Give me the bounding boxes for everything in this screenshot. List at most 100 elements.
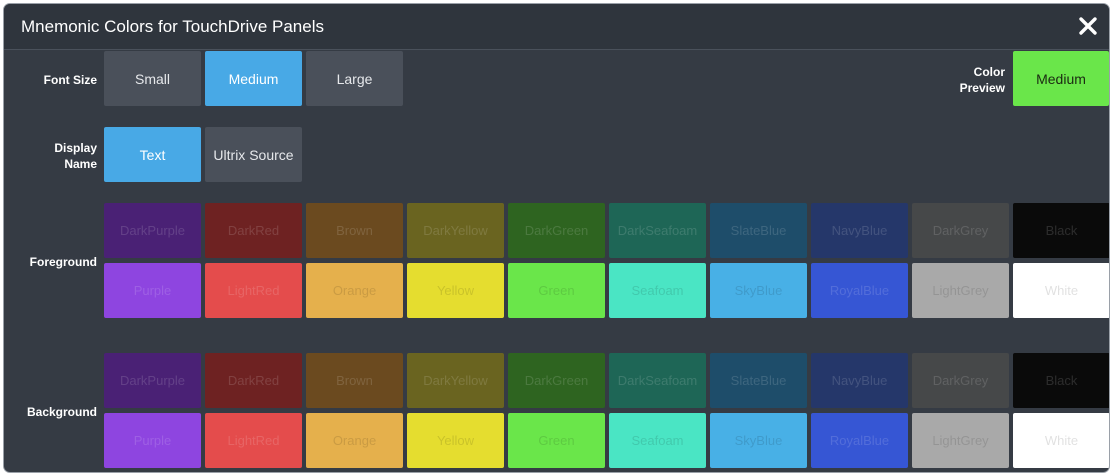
background-swatch-white[interactable]: White [1013, 413, 1109, 468]
foreground-swatch-black[interactable]: Black [1013, 203, 1109, 258]
swatch-label: Black [1045, 223, 1078, 238]
background-swatch-orange[interactable]: Orange [306, 413, 403, 468]
color-preview-label-line2: Preview [959, 81, 1005, 95]
swatch-label: SkyBlue [734, 283, 783, 298]
font-size-medium-button[interactable]: Medium [205, 51, 302, 106]
foreground-label: Foreground [29, 255, 97, 269]
foreground-swatch-dark-purple[interactable]: DarkPurple [104, 203, 201, 258]
swatch-label: Black [1045, 373, 1078, 388]
dialog-title: Mnemonic Colors for TouchDrive Panels [21, 17, 324, 36]
background-swatch-purple[interactable]: Purple [104, 413, 201, 468]
swatch-label: RoyalBlue [829, 433, 890, 448]
foreground-swatch-seafoam[interactable]: Seafoam [609, 263, 706, 318]
swatch-label: SkyBlue [734, 433, 783, 448]
mnemonic-colors-dialog: Mnemonic Colors for TouchDrive Panels Fo… [4, 4, 1109, 472]
foreground-swatch-green[interactable]: Green [508, 263, 605, 318]
background-swatch-seafoam[interactable]: Seafoam [609, 413, 706, 468]
font-size-label: Font Size [43, 73, 97, 87]
background-swatch-dark-yellow[interactable]: DarkYellow [407, 353, 504, 408]
font-size-small-button[interactable]: Small [104, 51, 201, 106]
swatch-label: RoyalBlue [829, 283, 890, 298]
foreground-swatch-purple[interactable]: Purple [104, 263, 201, 318]
display-name-ultrix-source-button[interactable]: Ultrix Source [205, 127, 302, 182]
swatch-label: DarkGreen [524, 223, 589, 238]
background-label: Background [26, 405, 97, 419]
swatch-label: SlateBlue [730, 373, 787, 388]
swatch-label: Purple [133, 283, 172, 298]
foreground-swatch-white[interactable]: White [1013, 263, 1109, 318]
swatch-label: DarkRed [227, 373, 280, 388]
background-swatch-navy-blue[interactable]: NavyBlue [811, 353, 908, 408]
foreground-swatch-slate-blue[interactable]: SlateBlue [710, 203, 807, 258]
swatch-label: LightGrey [932, 283, 989, 298]
swatch-label: DarkYellow [423, 223, 488, 238]
swatch-label: Brown [336, 373, 373, 388]
swatch-label: Purple [133, 433, 172, 448]
swatch-label: White [1044, 433, 1079, 448]
display-name-label-line2: Name [64, 157, 97, 171]
swatch-label: DarkPurple [119, 223, 186, 238]
background-swatch-light-grey[interactable]: LightGrey [912, 413, 1009, 468]
swatch-label: LightRed [227, 283, 280, 298]
swatch-label: DarkYellow [423, 373, 488, 388]
foreground-swatch-brown[interactable]: Brown [306, 203, 403, 258]
background-swatch-black[interactable]: Black [1013, 353, 1109, 408]
background-swatch-dark-seafoam[interactable]: DarkSeafoam [609, 353, 706, 408]
swatch-label: Green [538, 283, 575, 298]
dialog-titlebar: Mnemonic Colors for TouchDrive Panels [4, 4, 1109, 50]
swatch-label: Green [538, 433, 575, 448]
foreground-swatch-dark-grey[interactable]: DarkGrey [912, 203, 1009, 258]
close-icon[interactable] [1075, 13, 1101, 39]
color-preview-label: Color Preview [960, 64, 1005, 96]
swatch-label: DarkGrey [932, 373, 989, 388]
display-name-text-button[interactable]: Text [104, 127, 201, 182]
swatch-label: Seafoam [631, 433, 684, 448]
foreground-swatch-yellow[interactable]: Yellow [407, 263, 504, 318]
foreground-swatch-royal-blue[interactable]: RoyalBlue [811, 263, 908, 318]
color-preview-swatch: Medium [1013, 51, 1109, 106]
swatch-label: DarkSeafoam [617, 223, 698, 238]
background-swatch-dark-grey[interactable]: DarkGrey [912, 353, 1009, 408]
background-swatch-sky-blue[interactable]: SkyBlue [710, 413, 807, 468]
swatch-label: DarkRed [227, 223, 280, 238]
background-swatch-dark-green[interactable]: DarkGreen [508, 353, 605, 408]
foreground-swatch-light-red[interactable]: LightRed [205, 263, 302, 318]
foreground-swatch-navy-blue[interactable]: NavyBlue [811, 203, 908, 258]
color-preview-label-line1: Color [973, 65, 1005, 79]
swatch-label: Seafoam [631, 283, 684, 298]
background-swatch-dark-red[interactable]: DarkRed [205, 353, 302, 408]
swatch-label: NavyBlue [831, 223, 888, 238]
swatch-label: LightRed [227, 433, 280, 448]
swatch-label: NavyBlue [831, 373, 888, 388]
swatch-label: Brown [336, 223, 373, 238]
swatch-label: DarkSeafoam [617, 373, 698, 388]
display-name-label-line1: Display [54, 141, 97, 155]
background-swatch-royal-blue[interactable]: RoyalBlue [811, 413, 908, 468]
background-swatch-dark-purple[interactable]: DarkPurple [104, 353, 201, 408]
swatch-label: DarkPurple [119, 373, 186, 388]
swatch-label: DarkGrey [932, 223, 989, 238]
color-preview-text: Medium [1036, 70, 1086, 87]
foreground-swatch-dark-seafoam[interactable]: DarkSeafoam [609, 203, 706, 258]
swatch-label: White [1044, 283, 1079, 298]
swatch-label: Yellow [436, 283, 475, 298]
background-swatch-green[interactable]: Green [508, 413, 605, 468]
display-name-label: Display Name [54, 140, 97, 172]
swatch-label: Orange [332, 283, 377, 298]
foreground-swatch-dark-yellow[interactable]: DarkYellow [407, 203, 504, 258]
swatch-label: LightGrey [932, 433, 989, 448]
swatch-label: Orange [332, 433, 377, 448]
swatch-label: DarkGreen [524, 373, 589, 388]
background-swatch-brown[interactable]: Brown [306, 353, 403, 408]
background-swatch-light-red[interactable]: LightRed [205, 413, 302, 468]
foreground-swatch-light-grey[interactable]: LightGrey [912, 263, 1009, 318]
font-size-large-button[interactable]: Large [306, 51, 403, 106]
foreground-swatch-dark-green[interactable]: DarkGreen [508, 203, 605, 258]
foreground-swatch-sky-blue[interactable]: SkyBlue [710, 263, 807, 318]
swatch-label: SlateBlue [730, 223, 787, 238]
foreground-swatch-orange[interactable]: Orange [306, 263, 403, 318]
background-swatch-slate-blue[interactable]: SlateBlue [710, 353, 807, 408]
foreground-swatch-dark-red[interactable]: DarkRed [205, 203, 302, 258]
background-swatch-yellow[interactable]: Yellow [407, 413, 504, 468]
swatch-label: Yellow [436, 433, 475, 448]
